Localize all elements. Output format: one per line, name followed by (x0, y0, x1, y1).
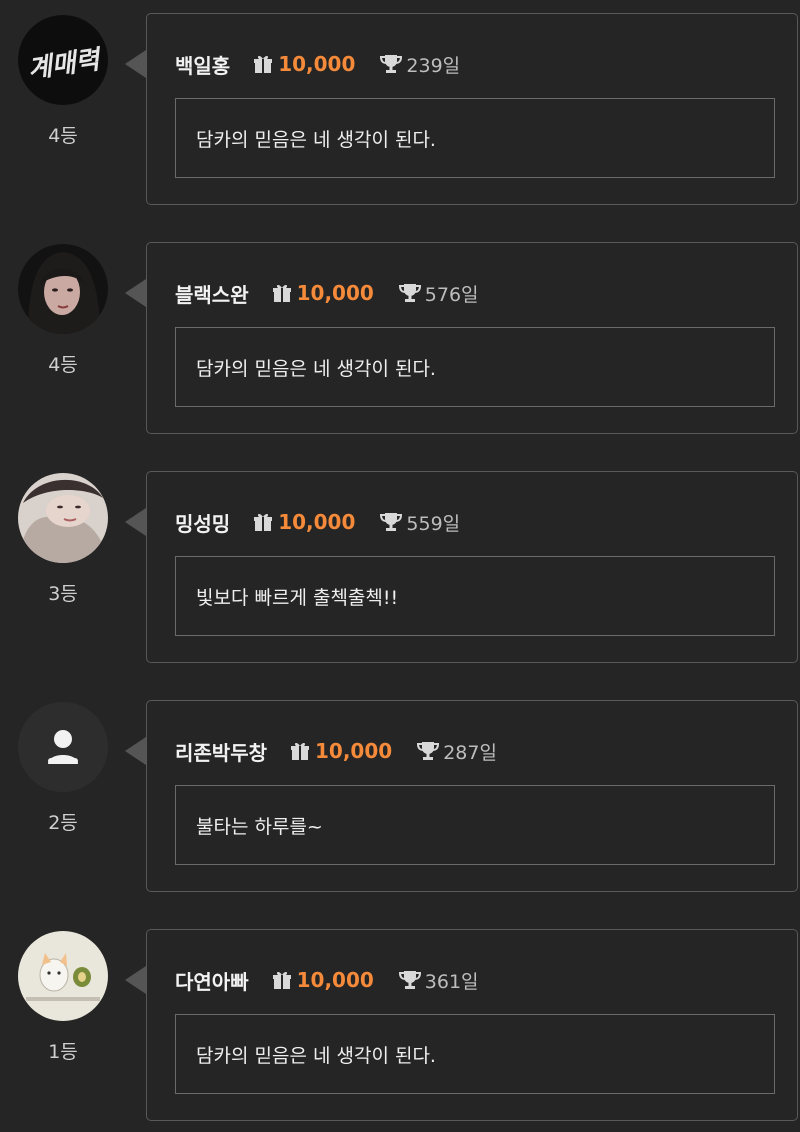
trophy-icon (380, 55, 403, 73)
trophy-icon (417, 742, 440, 760)
rank-label: 1등 (48, 1041, 78, 1063)
comment-meta: 밍성밍 10,000 559일 (175, 508, 460, 536)
username[interactable]: 리존박두창 (175, 737, 267, 766)
attendance-days: 559일 (406, 512, 461, 535)
trophy-icon (398, 284, 421, 302)
username[interactable]: 밍성밍 (175, 508, 230, 537)
trophy-icon (380, 513, 403, 531)
username[interactable]: 블랙스완 (175, 279, 249, 308)
comment-message: 담카의 믿음은 네 생각이 된다. (175, 98, 775, 178)
rank-label: 4등 (48, 125, 78, 147)
attendance-entry: 3등 밍성밍 10,000 559일 빛보다 빠르게 출첵출첵!! (0, 471, 800, 665)
username[interactable]: 백일홍 (175, 50, 230, 79)
default-user-icon (18, 702, 108, 792)
card-pointer (125, 508, 146, 536)
gift-icon (272, 284, 291, 302)
attendance-days: 287일 (443, 741, 497, 764)
user-avatar[interactable]: 계매력 (18, 15, 108, 105)
card-pointer (125, 50, 146, 78)
comment-meta: 백일홍 10,000 239일 (175, 50, 460, 78)
coin-amount: 10,000 (296, 968, 374, 992)
attendance-list: 계매력 4등 백일홍 10,000 239일 담카의 믿음은 네 생각이 된다.… (0, 0, 800, 1132)
avatar-portrait-woman-light (18, 473, 108, 563)
rank-label: 2등 (48, 812, 78, 834)
comment-meta: 리존박두창 10,000 287일 (175, 737, 497, 765)
comment-message: 빛보다 빠르게 출첵출첵!! (175, 556, 775, 636)
card-pointer (125, 737, 146, 765)
coin-amount: 10,000 (296, 281, 374, 305)
user-avatar[interactable] (18, 244, 108, 334)
avatar-cat-drawing (18, 931, 108, 1021)
coin-amount: 10,000 (278, 52, 356, 76)
attendance-entry: 2등 리존박두창 10,000 287일 불타는 하루를~ (0, 700, 800, 894)
avatar-portrait-woman-dark (18, 244, 108, 334)
attendance-days: 239일 (406, 54, 461, 77)
gift-icon (254, 513, 273, 531)
comment-card: 블랙스완 10,000 576일 담카의 믿음은 네 생각이 된다. (146, 242, 798, 434)
comment-message: 담카의 믿음은 네 생각이 된다. (175, 327, 775, 407)
comment-card: 백일홍 10,000 239일 담카의 믿음은 네 생각이 된다. (146, 13, 798, 205)
user-avatar[interactable] (18, 702, 108, 792)
comment-card: 밍성밍 10,000 559일 빛보다 빠르게 출첵출첵!! (146, 471, 798, 663)
gift-icon (254, 55, 273, 73)
comment-card: 다연아빠 10,000 361일 담카의 믿음은 네 생각이 된다. (146, 929, 798, 1121)
comment-message: 불타는 하루를~ (175, 785, 775, 865)
attendance-entry: 4등 블랙스완 10,000 576일 담카의 믿음은 네 생각이 된다. (0, 242, 800, 436)
coin-amount: 10,000 (315, 739, 393, 763)
comment-message: 담카의 믿음은 네 생각이 된다. (175, 1014, 775, 1094)
coin-amount: 10,000 (278, 510, 356, 534)
attendance-entry: 계매력 4등 백일홍 10,000 239일 담카의 믿음은 네 생각이 된다. (0, 13, 800, 207)
card-pointer (125, 279, 146, 307)
card-pointer (125, 966, 146, 994)
comment-meta: 블랙스완 10,000 576일 (175, 279, 479, 307)
avatar-dark-neon-text: 계매력 (18, 15, 108, 105)
user-avatar[interactable] (18, 931, 108, 1021)
rank-label: 3등 (48, 583, 78, 605)
attendance-entry: 1등 다연아빠 10,000 361일 담카의 믿음은 네 생각이 된다. (0, 929, 800, 1123)
user-avatar[interactable] (18, 473, 108, 563)
comment-meta: 다연아빠 10,000 361일 (175, 966, 479, 994)
attendance-days: 576일 (424, 283, 479, 306)
gift-icon (291, 742, 309, 760)
trophy-icon (398, 971, 421, 989)
username[interactable]: 다연아빠 (175, 966, 249, 995)
comment-card: 리존박두창 10,000 287일 불타는 하루를~ (146, 700, 798, 892)
attendance-days: 361일 (424, 970, 479, 993)
gift-icon (272, 971, 291, 989)
rank-label: 4등 (48, 354, 78, 376)
